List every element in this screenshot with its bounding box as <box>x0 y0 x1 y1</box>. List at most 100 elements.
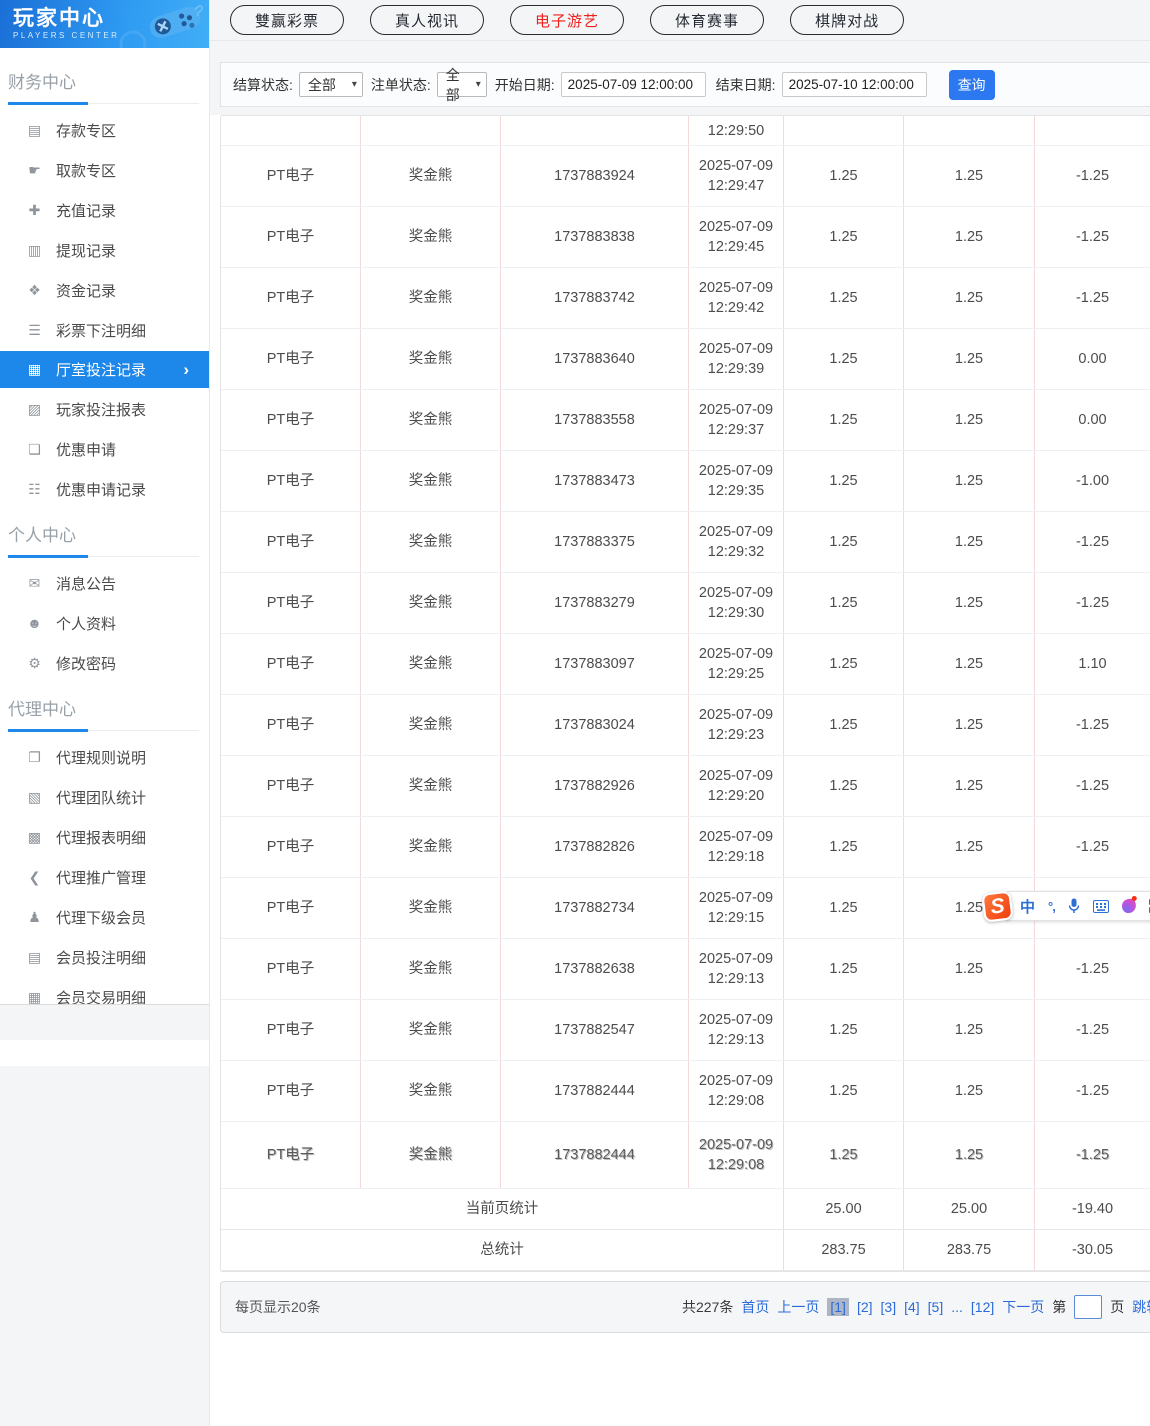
cell-valid-bet: 1.25 <box>904 451 1035 511</box>
hall-bet-record-icon: ▦ <box>27 361 42 377</box>
page-link[interactable]: [5] <box>928 1299 944 1315</box>
cell-win-loss: -1.00 <box>1075 473 1110 489</box>
page-link[interactable]: [12] <box>971 1299 994 1315</box>
mic-icon[interactable] <box>1068 898 1080 914</box>
cell-platform: PT电子 <box>221 1000 361 1060</box>
order-status-select[interactable]: 全部 ▾ <box>436 67 487 103</box>
cell-order-no: 1737883473 <box>501 451 689 511</box>
table-row: PT电子 奖金熊 1737882926 2025-07-09 12:29:20 … <box>221 756 1150 817</box>
settle-status-select[interactable]: 全部 ▾ <box>298 72 363 97</box>
funds-record-icon: ❖ <box>28 281 41 298</box>
sidebar-item[interactable]: ☷ 优惠申请记录 <box>0 469 209 509</box>
jump-page-input[interactable] <box>1074 1295 1103 1319</box>
cell-time: 12:29:18 <box>707 849 765 865</box>
end-date-label: 结束日期: <box>715 76 776 93</box>
chinese-mode-icon[interactable]: 中 <box>1020 896 1035 917</box>
cell-datetime: 2025-07-09 12:29:08 <box>689 1122 784 1188</box>
sidebar-item[interactable]: ▤ 会员投注明细 <box>0 937 209 977</box>
sogou-logo-icon[interactable]: S <box>981 889 1014 923</box>
cell-time: 12:29:37 <box>707 422 765 438</box>
game-category-tab[interactable]: 棋牌对战 <box>790 5 905 35</box>
ime-toolbar-bar: 中 °, <box>1005 891 1150 921</box>
cell-valid-bet: 1.25 <box>904 756 1035 816</box>
page-link[interactable]: [3] <box>881 1299 897 1315</box>
cell-datetime: 2025-07-09 12:29:18 <box>689 817 784 877</box>
sidebar-item[interactable]: ❏ 优惠申请 <box>0 429 209 469</box>
sidebar-item[interactable]: ☰ 彩票下注明细 <box>0 310 209 350</box>
cell-win-loss: -1.25 <box>1075 290 1110 306</box>
sidebar-item[interactable]: ❮ 代理推广管理 <box>0 857 209 897</box>
cell-win-loss: 0.00 <box>1078 351 1107 367</box>
sidebar-item-label: 优惠申请记录 <box>56 481 147 499</box>
jump-button[interactable]: 跳转 <box>1132 1297 1150 1317</box>
punctuation-icon[interactable]: °, <box>1048 899 1056 914</box>
cell-order-no: 1737883097 <box>501 634 689 694</box>
search-button[interactable]: 查询 <box>948 69 995 100</box>
sidebar-item[interactable]: ✚ 充值记录 <box>0 190 209 230</box>
cell-time: 12:29:25 <box>707 666 765 682</box>
sidebar-item[interactable]: ♟ 代理下级会员 <box>0 897 209 937</box>
cell-game: 奖金熊 <box>361 1000 501 1060</box>
game-category-tab[interactable]: 真人视讯 <box>370 5 485 35</box>
total-count-label: 共227条 <box>682 1299 734 1315</box>
sidebar-item[interactable]: ▤ 存款专区 <box>0 110 209 150</box>
game-category-tab[interactable]: 电子游艺 <box>510 5 625 35</box>
sidebar-item-label: 会员投注明细 <box>56 949 147 967</box>
sidebar-item[interactable]: ⚙ 修改密码 <box>0 643 209 683</box>
page-link[interactable]: [4] <box>904 1299 920 1315</box>
page-link[interactable]: [2] <box>857 1299 873 1315</box>
sidebar-item[interactable]: ▩ 代理报表明细 <box>0 817 209 857</box>
agent-promotion-share-icon: ❮ <box>28 868 41 885</box>
cell-bet-amount: 1.25 <box>784 939 904 999</box>
cell-time: 12:29:23 <box>707 727 765 743</box>
page-link[interactable]: 首页 <box>741 1297 769 1317</box>
game-category-tab[interactable]: 体育赛事 <box>650 5 765 35</box>
sidebar-item[interactable]: ▨ 玩家投注报表 <box>0 389 209 429</box>
sidebar-item[interactable]: ❖ 资金记录 <box>0 270 209 310</box>
agent-rules-file-icon: ❐ <box>28 748 41 765</box>
sidebar-item[interactable]: ▥ 提现记录 <box>0 230 209 270</box>
sidebar-item[interactable]: ▧ 代理团队统计 <box>0 777 209 817</box>
sidebar-section: 财务中心 ▤ 存款专区 ☛ 取款专区 ✚ 充值记录 ▥ 提现记录 ❖ 资金记录 … <box>0 68 209 509</box>
select-arrow-icon: ▾ <box>351 79 357 90</box>
table-row: PT电子 奖金熊 1737883279 2025-07-09 12:29:30 … <box>221 573 1150 634</box>
sidebar-item[interactable]: ❐ 代理规则说明 <box>0 737 209 777</box>
member-trade-detail-icon: ▦ <box>27 988 42 1005</box>
cell-platform: PT电子 <box>221 878 361 938</box>
sidebar-bottom-strip-white <box>0 1040 209 1066</box>
sidebar-item[interactable]: ☻ 个人资料 <box>0 603 209 643</box>
start-date-input[interactable] <box>560 72 706 97</box>
cell-date: 2025-07-09 <box>698 768 774 784</box>
ime-toolbar: S 中 °, <box>981 889 1150 923</box>
cell-bet-amount: 1.25 <box>784 634 904 694</box>
cell-platform: PT电子 <box>221 634 361 694</box>
table-row-partial: 12:29:50 <box>221 116 1150 146</box>
cell-valid-bet: 1.25 <box>904 329 1035 389</box>
sidebar-item-label: 代理推广管理 <box>56 869 147 887</box>
sidebar-item[interactable]: ☛ 取款专区 <box>0 150 209 190</box>
player-bet-report-icon: ▨ <box>27 400 42 417</box>
cell-datetime: 2025-07-09 12:29:13 <box>689 939 784 999</box>
sidebar-item[interactable]: ▦ 会员交易明细 <box>0 977 209 1005</box>
cell-datetime: 2025-07-09 12:29:47 <box>689 146 784 206</box>
cell-date: 2025-07-09 <box>698 524 774 540</box>
page-link[interactable]: ... <box>951 1299 963 1315</box>
sidebar-item[interactable]: ▦ 厅室投注记录 › <box>0 351 209 388</box>
keyboard-icon[interactable] <box>1092 899 1109 913</box>
page-link[interactable]: [1] <box>827 1298 849 1316</box>
sidebar-item-label: 取款专区 <box>56 162 117 180</box>
cell-time: 12:29:13 <box>707 971 765 987</box>
main-content: 雙赢彩票 真人视讯 电子游艺 体育赛事 棋牌对战 结算状态: 全部 ▾ 注单状态… <box>210 0 1150 1426</box>
page-link[interactable]: 上一页 <box>777 1297 819 1317</box>
cell-datetime: 2025-07-09 12:29:42 <box>689 268 784 328</box>
summary-win-loss: -30.05 <box>1071 1242 1114 1258</box>
skin-icon[interactable] <box>1120 897 1137 915</box>
cell-order-no: 1737883375 <box>501 512 689 572</box>
table-row: PT电子 奖金熊 1737883838 2025-07-09 12:29:45 … <box>221 207 1150 268</box>
game-category-tab[interactable]: 雙赢彩票 <box>230 5 345 35</box>
cell-game: 奖金熊 <box>361 756 501 816</box>
page-link[interactable]: 下一页 <box>1002 1297 1044 1317</box>
end-date-input[interactable] <box>781 72 927 97</box>
sidebar-item[interactable]: ✉ 消息公告 <box>0 563 209 603</box>
cell-order-no: 1737882444 <box>501 1061 689 1121</box>
